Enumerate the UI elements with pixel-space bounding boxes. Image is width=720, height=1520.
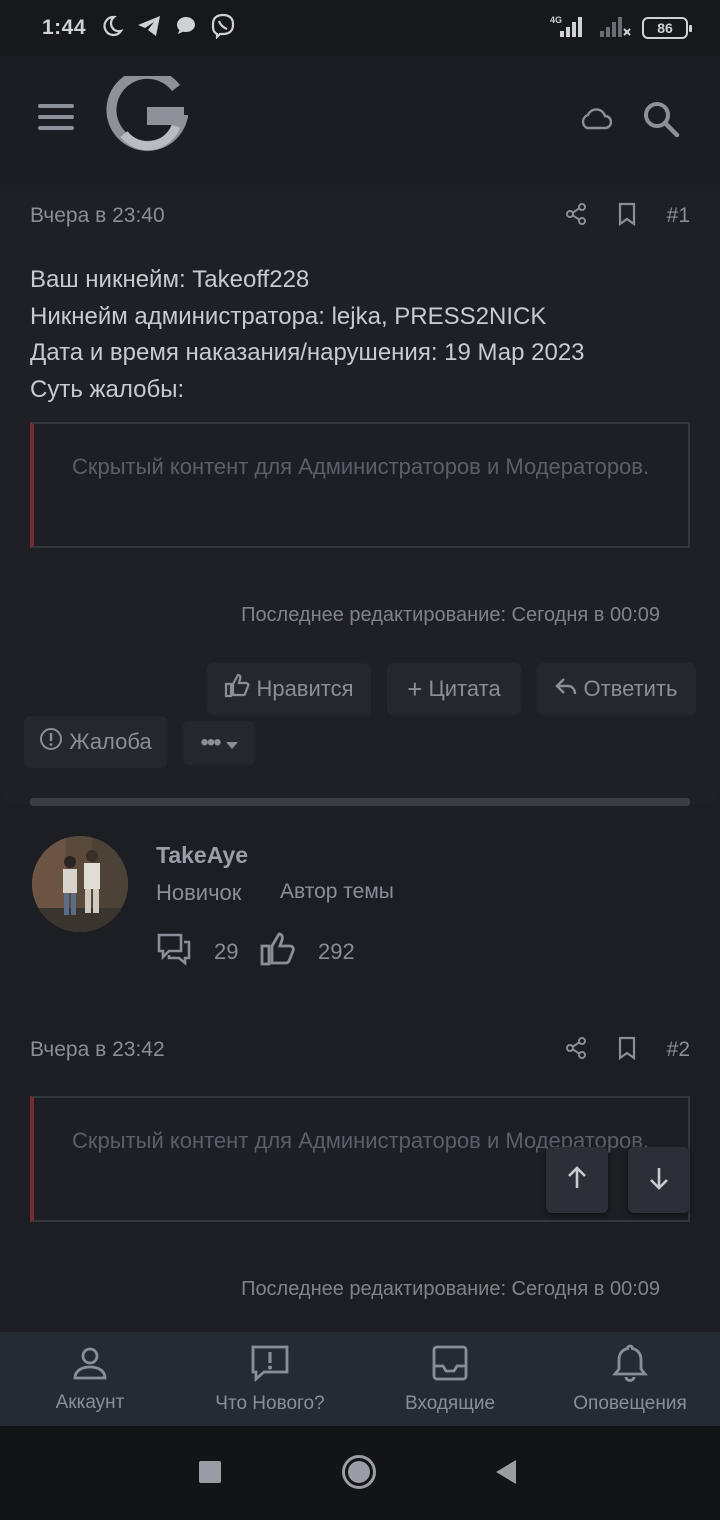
signal-4g-icon: 4G (548, 13, 588, 44)
reply-label: Ответить (583, 676, 678, 701)
plus-icon: + (407, 673, 423, 704)
thread-content[interactable]: Вчера в 23:40 #1 Ваш никнейм: Takeoff228… (0, 186, 720, 1332)
post-line: Суть жалобы: (30, 375, 185, 403)
status-time: 1:44 (42, 16, 87, 39)
back-triangle-icon[interactable] (494, 1458, 518, 1491)
system-navigation-bar (0, 1426, 720, 1520)
recents-square-icon[interactable] (198, 1460, 222, 1489)
report-button[interactable]: Жалоба (24, 716, 167, 768)
bookmark-icon[interactable] (617, 1036, 637, 1065)
post-date[interactable]: Вчера в 23:40 (30, 204, 165, 228)
last-edited: Последнее редактирование: Сегодня в 00:0… (241, 604, 660, 626)
scroll-up-button[interactable] (546, 1147, 608, 1213)
author-role: Новичок (156, 880, 242, 905)
nav-label: Входящие (404, 1392, 496, 1414)
bookmark-icon[interactable] (617, 202, 637, 231)
post-date[interactable]: Вчера в 23:42 (30, 1038, 165, 1062)
signal-no-service-icon (598, 13, 632, 44)
share-icon[interactable] (565, 202, 587, 231)
viber-icon (210, 13, 236, 44)
nav-label: Оповещения (573, 1392, 687, 1414)
thumbs-up-icon (260, 932, 296, 972)
nav-inbox[interactable]: Входящие (360, 1332, 540, 1426)
chat-bubble-icon (174, 14, 198, 43)
app-header (0, 56, 720, 186)
more-dots-icon: ••• (200, 729, 221, 756)
messages-count: 29 (214, 939, 239, 964)
home-circle-icon[interactable] (341, 1454, 377, 1495)
likes-stat: 292 (260, 932, 355, 972)
author-name[interactable]: TakeAye (156, 842, 248, 869)
author-badge: Автор темы (280, 880, 394, 903)
share-icon[interactable] (565, 1036, 587, 1065)
hamburger-icon[interactable] (38, 104, 78, 136)
nav-account[interactable]: Аккаунт (0, 1332, 180, 1426)
author-card: TakeAye Новичок Автор темы 29 292 (30, 836, 690, 976)
post-1: Вчера в 23:40 #1 Ваш никнейм: Takeoff228… (0, 186, 720, 804)
nav-whats-new[interactable]: Что Нового? (180, 1332, 360, 1426)
hidden-content-box: Скрытый контент для Администраторов и Мо… (30, 422, 690, 548)
messages-stat: 29 (156, 932, 238, 972)
post-body: Ваш никнейм: Takeoff228 Никнейм админист… (30, 262, 585, 408)
post-2-meta: Вчера в 23:42 #2 (30, 1030, 690, 1070)
post-number[interactable]: #1 (667, 204, 690, 228)
like-label: Нравится (256, 676, 354, 701)
inbox-icon (431, 1344, 469, 1387)
last-edited: Последнее редактирование: Сегодня в 00:0… (241, 1278, 660, 1300)
bottom-navigation: Аккаунт Что Нового? Входящие Оповещения (0, 1332, 720, 1426)
reply-button[interactable]: Ответить (537, 663, 696, 715)
chevron-down-icon (225, 730, 238, 756)
site-logo-icon[interactable] (104, 68, 189, 154)
battery-indicator: 86 (642, 17, 692, 39)
post-number[interactable]: #2 (667, 1038, 690, 1062)
status-bar: 1:44 4G 86 (0, 0, 720, 56)
avatar[interactable] (32, 836, 128, 932)
bell-icon (612, 1344, 648, 1387)
post-line: Никнейм администратора: lejka, PRESS2NIC… (30, 302, 547, 330)
report-label: Жалоба (69, 729, 152, 754)
moon-icon (100, 14, 124, 43)
like-button[interactable]: Нравится (207, 663, 371, 715)
more-options-button[interactable]: ••• (183, 721, 255, 765)
quote-label: Цитата (428, 676, 501, 701)
nav-label: Что Нового? (215, 1392, 325, 1414)
reply-icon (555, 675, 577, 703)
alert-circle-icon (39, 727, 63, 757)
cloud-icon[interactable] (578, 106, 613, 137)
network-label: 4G (550, 15, 562, 25)
messages-icon (156, 932, 192, 972)
post-divider (30, 798, 690, 806)
news-icon (250, 1344, 290, 1387)
post-line: Ваш никнейм: Takeoff228 (30, 266, 310, 293)
user-icon (72, 1345, 108, 1386)
arrow-up-icon (566, 1165, 588, 1195)
scroll-down-button[interactable] (628, 1147, 690, 1213)
nav-label: Аккаунт (55, 1391, 125, 1413)
thumbs-up-icon (224, 673, 250, 705)
search-icon[interactable] (642, 100, 682, 145)
nav-alerts[interactable]: Оповещения (540, 1332, 720, 1426)
arrow-down-icon (648, 1166, 670, 1195)
quote-button[interactable]: + Цитата (387, 663, 521, 715)
post-meta: Вчера в 23:40 #1 (30, 196, 690, 236)
post-line: Дата и время наказания/нарушения: 19 Мар… (30, 339, 585, 366)
likes-count: 292 (318, 939, 355, 964)
telegram-icon (136, 14, 162, 43)
